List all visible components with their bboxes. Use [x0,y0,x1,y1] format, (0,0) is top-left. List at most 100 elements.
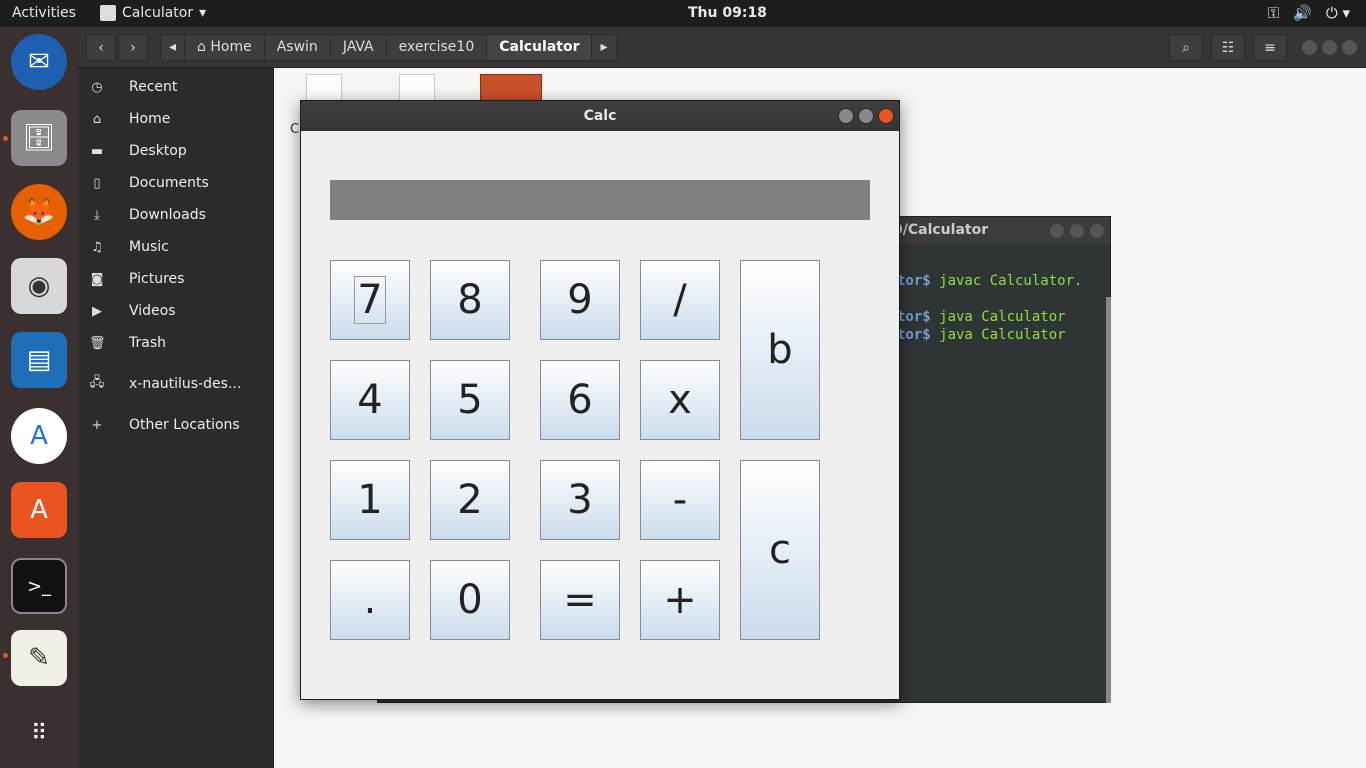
rhythmbox-icon[interactable]: ◉ [11,258,67,314]
breadcrumb-aswin[interactable]: Aswin [265,35,331,60]
camera-icon: ◙ [90,271,104,287]
network-icon: 🖧 [89,375,105,390]
places-sidebar: ◷ Recent ⌂ Home ▬ Desktop ▯ Documents ⤓ Downl… [78,68,274,768]
network-icon: ⚿ [1267,4,1280,22]
key-9[interactable]: 9 [540,260,620,340]
search-button[interactable]: ⌕ [1169,34,1203,61]
terminal-close-button[interactable] [1090,224,1104,238]
key-backspace[interactable]: b [740,260,820,440]
terminal-maximize-button[interactable] [1070,224,1084,238]
libreoffice-writer-icon[interactable]: ▤ [11,332,67,388]
key-multiply[interactable]: x [640,360,720,440]
top-bar: Activities Calculator ▾ Thu 09:18 ⚿ 🔊 ⏻ … [0,0,1366,27]
calculator-app-icon [100,5,116,21]
system-status-area[interactable]: ⚿ 🔊 ⏻ ▾ [1268,4,1350,22]
key-4[interactable]: 4 [330,360,410,440]
key-1[interactable]: 1 [330,460,410,540]
activities-button[interactable]: Activities [12,5,76,21]
calc-maximize-button[interactable] [858,108,874,124]
plus-icon: + [91,417,103,433]
breadcrumb-scroll-left[interactable]: ◂ [161,35,186,60]
close-button[interactable] [1342,40,1357,55]
sidebar-item-music[interactable]: ♫ Music [78,231,274,263]
files-icon[interactable]: 🗄 [11,110,67,166]
sidebar-item-network-drive[interactable]: 🖧 x-nautilus-des... [78,368,274,400]
clock[interactable]: Thu 09:18 [688,5,767,21]
breadcrumb: ◂ ⌂ Home Aswin JAVA exercise10 Calculato… [160,34,617,61]
key-clear[interactable]: c [740,460,820,640]
show-apps-icon[interactable]: ⠿ [11,705,67,761]
breadcrumb-home[interactable]: ⌂ Home [185,35,265,60]
calc-minimize-button[interactable] [838,108,854,124]
key-equals[interactable]: = [540,560,620,640]
folder-icon: ▬ [90,143,104,159]
terminal-line: tor$ java Calculator [897,309,1066,325]
sidebar-item-other-locations[interactable]: + Other Locations [78,409,274,441]
power-icon: ⏻ ▾ [1325,4,1350,22]
chevron-left-icon: ‹ [98,39,104,56]
calc-close-button[interactable] [878,108,894,124]
breadcrumb-java[interactable]: JAVA [331,35,387,60]
search-icon: ⌕ [1182,39,1190,56]
sidebar-item-recent[interactable]: ◷ Recent [78,71,274,103]
back-button[interactable]: ‹ [86,34,116,61]
sidebar-item-desktop[interactable]: ▬ Desktop [78,135,274,167]
menu-button[interactable]: ≡ [1253,34,1287,61]
text-editor-icon[interactable]: ✎ [11,630,67,686]
dock: ✉ 🗄 🦊 ◉ ▤ A A >_ ✎ ⠿ [0,27,78,768]
breadcrumb-calculator[interactable]: Calculator [487,35,593,60]
home-icon: ⌂ [197,39,211,55]
document-icon: ▯ [93,175,101,191]
terminal-title: 0/Calculator [893,222,989,238]
calc-display[interactable] [330,180,870,220]
trash-icon: 🗑 [89,335,106,351]
home-icon: ⌂ [92,111,102,127]
app-menu-label: Calculator [122,5,194,21]
calc-window: Calc 7 8 9 / b 4 5 6 x 1 2 3 - c . 0 = + [300,100,900,700]
maximize-button[interactable] [1322,40,1337,55]
key-6[interactable]: 6 [540,360,620,440]
list-view-icon: ☷ [1221,39,1235,56]
breadcrumb-scroll-right[interactable]: ▸ [592,35,615,60]
key-8[interactable]: 8 [430,260,510,340]
video-icon: ▶ [92,303,102,319]
running-indicator [3,653,8,658]
forward-button[interactable]: › [118,34,148,61]
chevron-down-icon: ▾ [199,5,207,21]
key-add[interactable]: + [640,560,720,640]
key-2[interactable]: 2 [430,460,510,540]
thunderbird-icon[interactable]: ✉ [11,34,67,90]
terminal-icon[interactable]: >_ [11,558,67,614]
chevron-right-icon: › [130,39,136,56]
terminal-minimize-button[interactable] [1050,224,1064,238]
firefox-icon[interactable]: 🦊 [11,184,67,240]
calc-titlebar[interactable]: Calc [301,101,899,131]
terminal-line: tor$ javac Calculator. [897,273,1083,289]
sidebar-item-documents[interactable]: ▯ Documents [78,167,274,199]
calc-title: Calc [583,108,617,124]
clock-icon: ◷ [91,79,103,95]
file-label: C [290,122,300,137]
view-toggle-button[interactable]: ☷ [1211,34,1245,61]
sidebar-item-pictures[interactable]: ◙ Pictures [78,263,274,295]
minimize-button[interactable] [1302,40,1317,55]
terminal-line: tor$ java Calculator [897,327,1066,343]
key-5[interactable]: 5 [430,360,510,440]
key-divide[interactable]: / [640,260,720,340]
key-decimal[interactable]: . [330,560,410,640]
key-subtract[interactable]: - [640,460,720,540]
android-studio-icon[interactable]: A [11,408,67,464]
terminal-scrollbar[interactable] [1106,297,1111,703]
key-0[interactable]: 0 [430,560,510,640]
files-header-bar: ‹ › ◂ ⌂ Home Aswin JAVA exercise10 Calcu… [78,27,1366,68]
breadcrumb-exercise10[interactable]: exercise10 [387,35,488,60]
sidebar-item-videos[interactable]: ▶ Videos [78,295,274,327]
sidebar-item-trash[interactable]: 🗑 Trash [78,327,274,359]
software-center-icon[interactable]: A [11,482,67,538]
app-menu[interactable]: Calculator ▾ [100,5,206,21]
key-3[interactable]: 3 [540,460,620,540]
sidebar-item-home[interactable]: ⌂ Home [78,103,274,135]
key-7[interactable]: 7 [330,260,410,340]
running-indicator [3,136,8,141]
sidebar-item-downloads[interactable]: ⤓ Downloads [78,199,274,231]
